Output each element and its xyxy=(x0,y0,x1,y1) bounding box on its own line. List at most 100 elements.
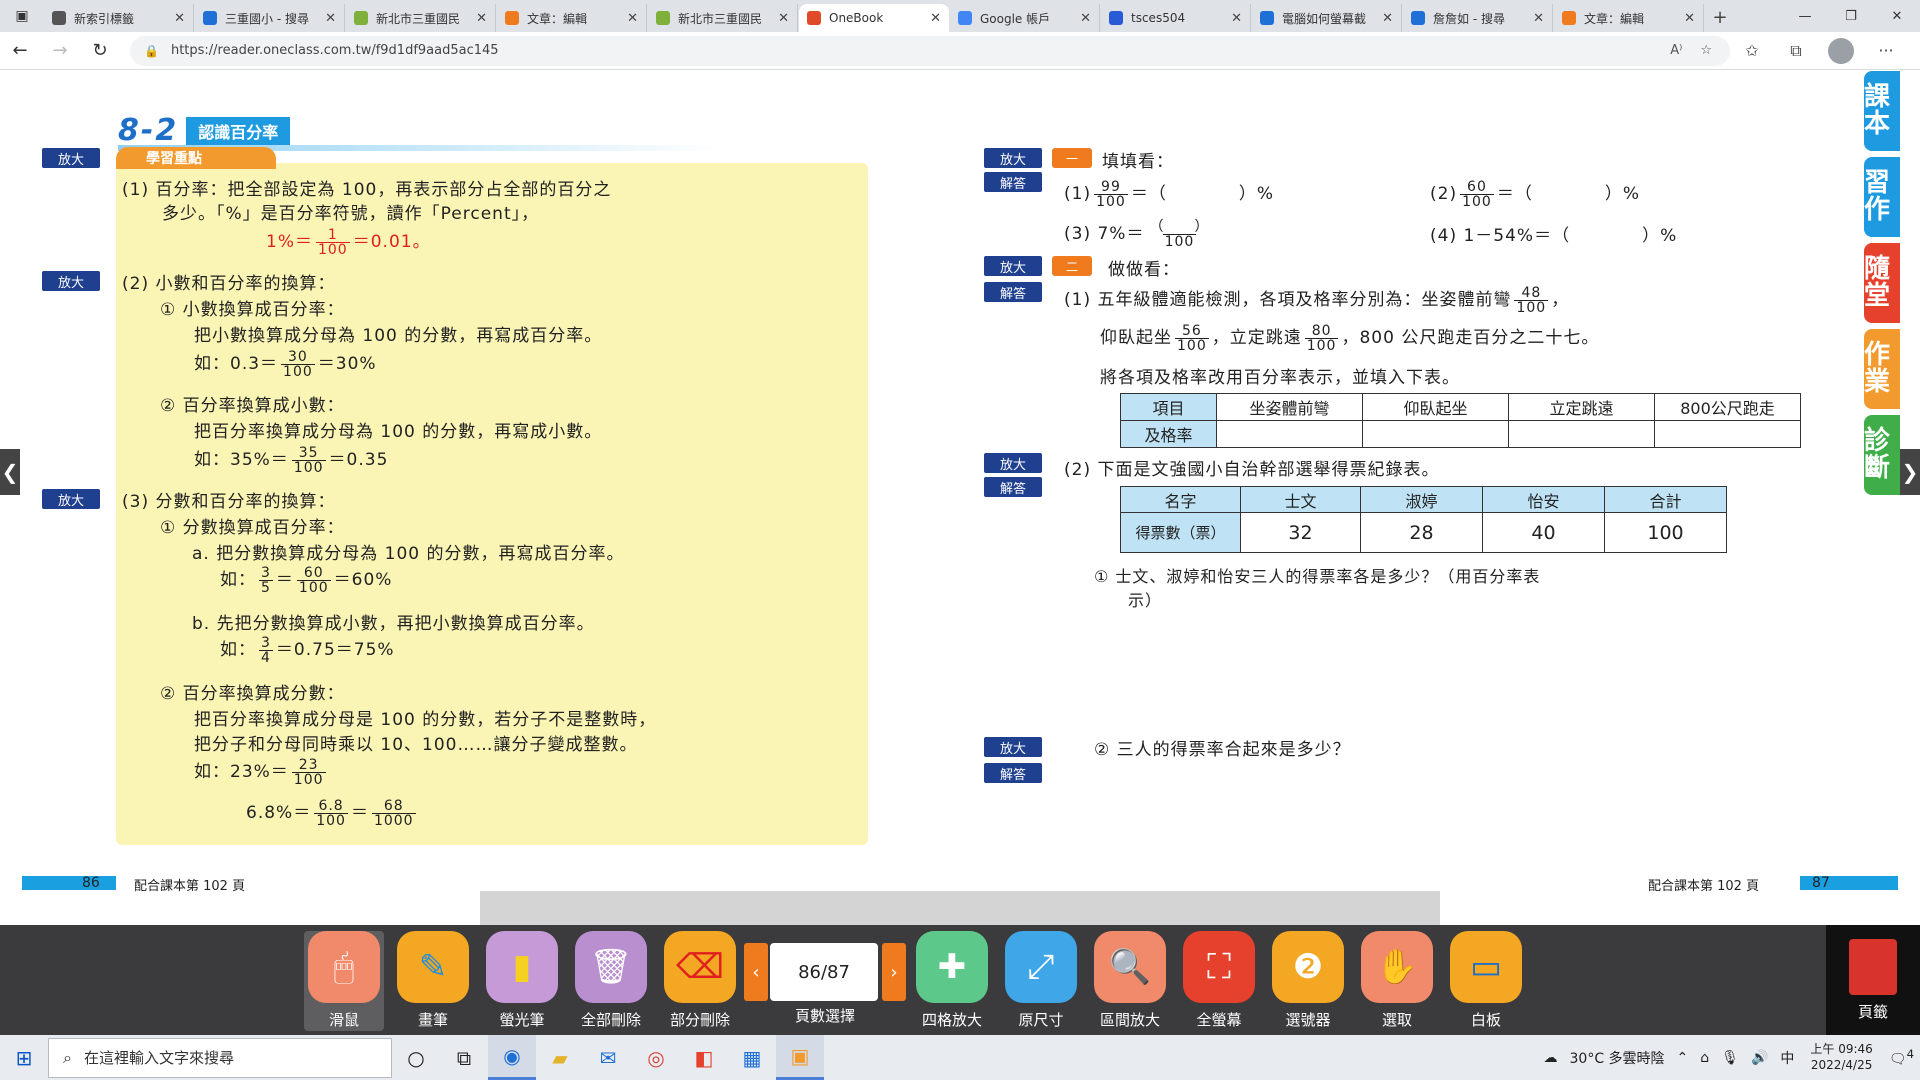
lesson-title: 認識百分率 xyxy=(186,116,291,145)
windows-start-icon[interactable]: ⊞ xyxy=(0,1035,48,1080)
clock[interactable]: 上午 09:46 2022/4/25 xyxy=(1810,1042,1872,1073)
prev-page-arrow-icon[interactable]: ❮ xyxy=(0,449,20,495)
zoom-button[interactable]: 放大 xyxy=(984,737,1042,757)
tab-close-icon[interactable]: ✕ xyxy=(627,11,638,26)
close-icon[interactable]: ✕ xyxy=(1874,0,1920,32)
browser-tab[interactable]: 詹詹如 - 搜尋 ✕ xyxy=(1403,4,1553,32)
more-menu-icon[interactable]: ··· xyxy=(1864,41,1908,60)
new-tab-button[interactable]: + xyxy=(1705,4,1735,32)
mouse-tool-button[interactable]: 🖱 滑鼠 xyxy=(304,931,384,1031)
refresh-button[interactable]: ↻ xyxy=(80,32,120,70)
tab-close-icon[interactable]: ✕ xyxy=(1533,11,1544,26)
network-icon[interactable]: ⌂ xyxy=(1700,1050,1709,1066)
key-point-line: 把百分率換算成分母為 100 的分數，再寫成小數。 xyxy=(194,422,603,442)
answer-button[interactable]: 解答 xyxy=(984,763,1042,783)
zoom-button[interactable]: 放大 xyxy=(984,453,1042,473)
next-page-arrow-icon[interactable]: ❯ xyxy=(1900,449,1920,495)
browser-tab[interactable]: OneBook ✕ xyxy=(799,4,949,32)
bookmarks-button[interactable]: 頁籤 xyxy=(1826,925,1920,1035)
favorite-star-icon[interactable]: ☆ xyxy=(1700,43,1712,58)
area-zoom-button[interactable]: 🔍 區間放大 xyxy=(1090,931,1170,1031)
cortana-icon[interactable]: ○ xyxy=(392,1035,440,1080)
restore-icon[interactable]: ❐ xyxy=(1828,0,1874,32)
original-size-button[interactable]: ⤢ 原尺寸 xyxy=(1001,931,1081,1031)
browser-tab[interactable]: 新北市三重國民 ✕ xyxy=(346,4,496,32)
fullscreen-button[interactable]: ⛶ 全螢幕 xyxy=(1179,931,1259,1031)
zoom-button[interactable]: 放大 xyxy=(984,148,1042,168)
chevron-up-icon[interactable]: ⌃ xyxy=(1677,1050,1689,1066)
side-tab-homework[interactable]: 作業 xyxy=(1864,329,1900,409)
forward-button[interactable]: → xyxy=(40,32,80,70)
tab-close-icon[interactable]: ✕ xyxy=(174,11,185,26)
tab-title: OneBook xyxy=(829,11,884,25)
browser-tab[interactable]: 文章：編輯 ✕ xyxy=(497,4,647,32)
collections-icon[interactable]: ⧉ xyxy=(1774,41,1818,61)
highlighter-tool-button[interactable]: ▮ 螢光筆 xyxy=(482,931,562,1031)
office-icon[interactable]: ◧ xyxy=(680,1035,728,1080)
tab-close-icon[interactable]: ✕ xyxy=(778,11,789,26)
next-page-button[interactable]: › xyxy=(882,943,906,1001)
store-icon[interactable]: ▦ xyxy=(728,1035,776,1080)
four-grid-zoom-button[interactable]: ✚ 四格放大 xyxy=(912,931,992,1031)
select-tool-button[interactable]: ✋ 選取 xyxy=(1357,931,1437,1031)
volume-icon[interactable]: 🔊 xyxy=(1751,1050,1768,1066)
file-explorer-icon[interactable]: ▰ xyxy=(536,1035,584,1080)
zoom-button[interactable]: 放大 xyxy=(42,271,100,291)
side-tab-workbook[interactable]: 習作 xyxy=(1864,157,1900,237)
number-picker-button[interactable]: ❷ 選號器 xyxy=(1268,931,1348,1031)
browser-tab[interactable]: tsces504 ✕ xyxy=(1101,4,1251,32)
browser-tab[interactable]: 文章：編輯 ✕ xyxy=(1554,4,1704,32)
pen-tool-button[interactable]: ✎ 畫筆 xyxy=(393,931,473,1031)
tab-close-icon[interactable]: ✕ xyxy=(325,11,336,26)
url-field[interactable]: 🔒 https://reader.oneclass.com.tw/f9d1df9… xyxy=(130,35,1730,66)
question-line: (2) 60 100 ＝（ ）% xyxy=(1430,178,1640,210)
weather-icon[interactable]: ☁ xyxy=(1544,1050,1558,1066)
microphone-icon[interactable]: 🎙 xyxy=(1721,1050,1739,1066)
page-number-input[interactable]: 86/87 xyxy=(770,943,878,1001)
minimize-icon[interactable]: — xyxy=(1782,0,1828,32)
browser-tab[interactable]: Google 帳戶 ✕ xyxy=(950,4,1100,32)
tab-close-icon[interactable]: ✕ xyxy=(1231,11,1242,26)
browser-tab[interactable]: 新索引標籤 ✕ xyxy=(44,4,194,32)
whiteboard-button[interactable]: ▭ 白板 xyxy=(1446,931,1526,1031)
answer-button[interactable]: 解答 xyxy=(984,282,1042,302)
read-aloud-icon[interactable]: A⁾ xyxy=(1670,43,1682,58)
clear-all-button[interactable]: 🗑 全部刪除 xyxy=(571,931,651,1031)
horizontal-scrollbar[interactable] xyxy=(480,891,1440,925)
zoom-button[interactable]: 放大 xyxy=(984,256,1042,276)
zoom-button[interactable]: 放大 xyxy=(42,489,100,509)
weather-text[interactable]: 30°C 多雲時陰 xyxy=(1570,1048,1665,1068)
edge-icon[interactable]: ◉ xyxy=(488,1035,536,1080)
back-button[interactable]: ← xyxy=(0,32,40,70)
side-tab-quiz[interactable]: 隨堂 xyxy=(1864,243,1900,323)
side-tab-diagnosis[interactable]: 診斷 xyxy=(1864,415,1900,495)
prev-page-button[interactable]: ‹ xyxy=(744,943,768,1001)
tab-close-icon[interactable]: ✕ xyxy=(476,11,487,26)
answer-button[interactable]: 解答 xyxy=(984,172,1042,192)
side-tab-textbook[interactable]: 課本 xyxy=(1864,71,1900,151)
table-cell xyxy=(1508,420,1655,448)
mail-icon[interactable]: ✉ xyxy=(584,1035,632,1080)
favorites-icon[interactable]: ✩ xyxy=(1730,41,1774,60)
tab-close-icon[interactable]: ✕ xyxy=(1080,11,1091,26)
task-view-icon[interactable]: ⧉ xyxy=(440,1035,488,1080)
ime-indicator[interactable]: 中 xyxy=(1780,1048,1794,1068)
avatar[interactable] xyxy=(1828,37,1854,64)
notification-icon[interactable]: 🗨4 xyxy=(1889,1047,1914,1068)
browser-tab[interactable]: 電腦如何螢幕截 ✕ xyxy=(1252,4,1402,32)
table-cell xyxy=(1362,420,1509,448)
browser-tab[interactable]: 新北市三重國民 ✕ xyxy=(648,4,798,32)
onebook-app-icon[interactable]: ▣ xyxy=(776,1035,824,1080)
chrome-icon[interactable]: ◎ xyxy=(632,1035,680,1080)
browser-tab[interactable]: 三重國小 - 搜尋 ✕ xyxy=(195,4,345,32)
answer-button[interactable]: 解答 xyxy=(984,477,1042,497)
taskbar-search-input[interactable]: ⌕ 在這裡輸入文字來搜尋 xyxy=(48,1037,392,1078)
tab-close-icon[interactable]: ✕ xyxy=(1684,11,1695,26)
tab-close-icon[interactable]: ✕ xyxy=(1382,11,1393,26)
partial-delete-button[interactable]: ⌫ 部分刪除 xyxy=(660,931,740,1031)
table-header-cell: 合計 xyxy=(1604,486,1727,513)
problem-line: (1) 五年級體適能檢測，各項及格率分別為：坐姿體前彎 48 100， xyxy=(1064,284,1570,316)
zoom-button[interactable]: 放大 xyxy=(42,148,100,168)
tab-close-icon[interactable]: ✕ xyxy=(930,11,941,26)
tab-actions-icon[interactable]: ▣ xyxy=(0,0,44,32)
